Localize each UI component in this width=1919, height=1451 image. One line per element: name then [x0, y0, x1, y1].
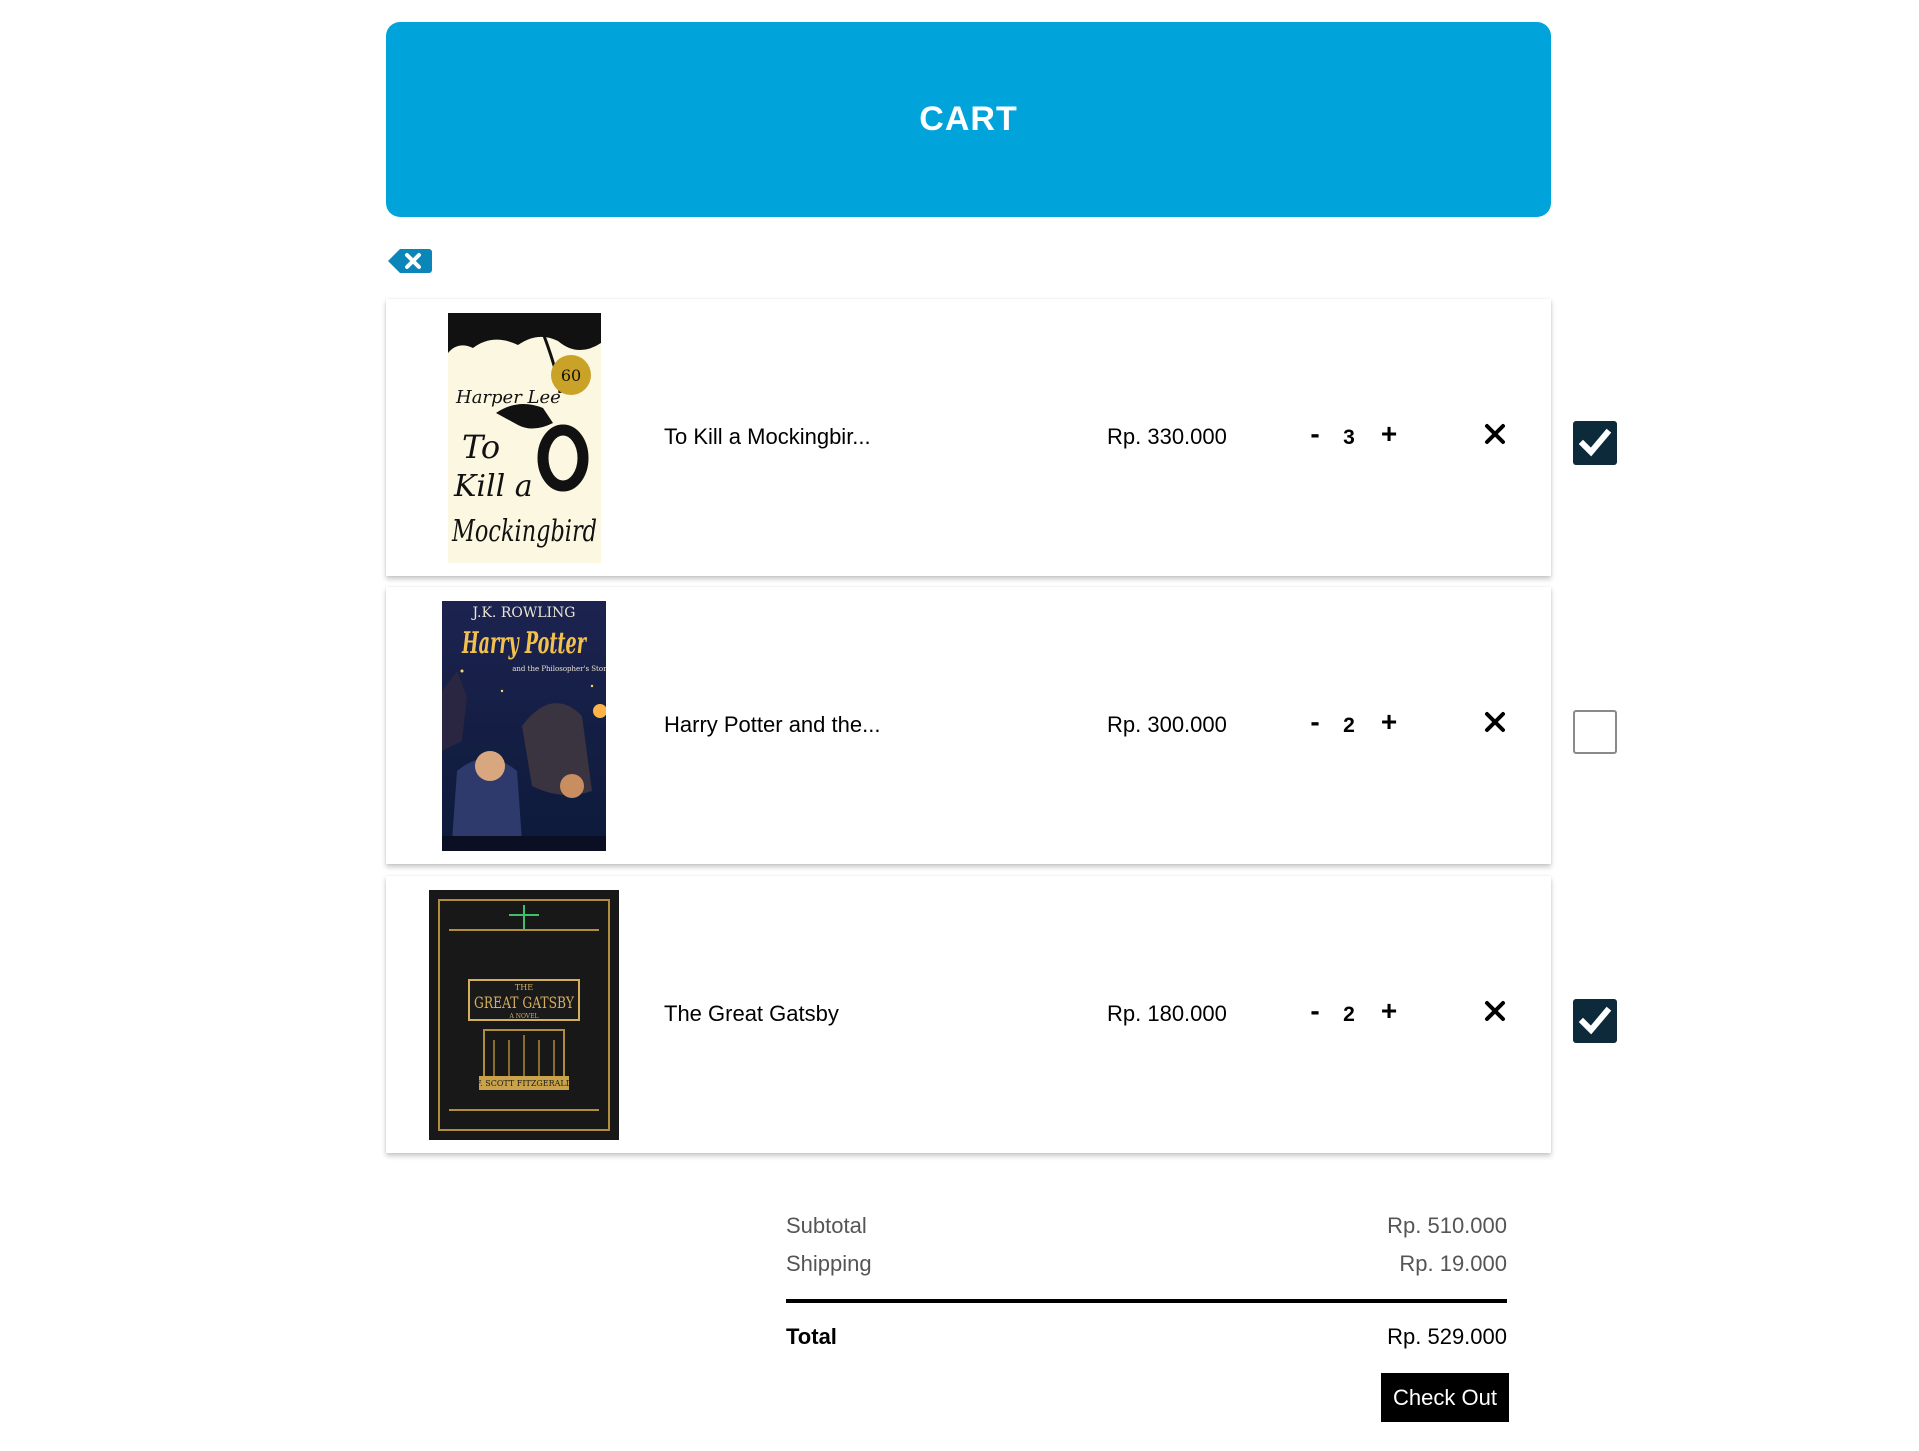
item-price: Rp. 300.000	[1107, 712, 1227, 737]
cover-author: J.K. ROWLING	[470, 605, 575, 621]
cover-sub-text: A NOVEL	[508, 1013, 538, 1020]
subtotal-label: Subtotal	[786, 1213, 867, 1238]
checkmark-icon	[1578, 428, 1612, 457]
cart-header: CART	[386, 22, 1551, 217]
remove-item-button[interactable]	[1479, 995, 1511, 1027]
item-select-checkbox[interactable]	[1573, 710, 1617, 754]
qty-value: 2	[1343, 714, 1355, 737]
page-title: CART	[919, 100, 1018, 138]
remove-item-button[interactable]	[1479, 418, 1511, 450]
subtotal-value: Rp. 510.000	[1387, 1213, 1507, 1238]
qty-decrement-button[interactable]: -	[1303, 706, 1327, 738]
cover-title: GREAT GATSBY	[474, 993, 574, 1012]
cover-title-line-1: To	[462, 428, 500, 466]
cover-subtitle: and the Philosopher's Stone	[512, 665, 606, 673]
close-icon	[1485, 424, 1505, 444]
remove-item-button[interactable]	[1479, 706, 1511, 738]
qty-value: 3	[1343, 426, 1355, 449]
summary-divider	[786, 1299, 1507, 1303]
checkout-button[interactable]: Check Out	[1381, 1373, 1509, 1422]
cover-title-line-3: Mockingbird	[451, 514, 597, 549]
item-select-checkbox[interactable]	[1573, 421, 1617, 465]
book-cover-image: J.K. ROWLING Harry Potter and the Philos…	[442, 601, 606, 851]
item-price: Rp. 330.000	[1107, 424, 1227, 449]
book-cover-image: THE GREAT GATSBY A NOVEL F. SCOTT FITZGE…	[429, 890, 619, 1140]
qty-decrement-button[interactable]: -	[1303, 995, 1327, 1027]
backspace-x-icon	[388, 249, 432, 273]
total-value: Rp. 529.000	[1387, 1324, 1507, 1349]
item-price: Rp. 180.000	[1107, 1001, 1227, 1026]
qty-value: 2	[1343, 1003, 1355, 1026]
item-title: Harry Potter and the...	[664, 712, 881, 737]
qty-increment-button[interactable]: +	[1377, 995, 1401, 1027]
cart-item: J.K. ROWLING Harry Potter and the Philos…	[386, 587, 1551, 864]
cover-author: F. SCOTT FITZGERALD	[476, 1079, 572, 1088]
cover-top-text: THE	[515, 983, 533, 992]
cover-title: Harry Potter	[461, 626, 587, 661]
clear-cart-button[interactable]	[386, 247, 433, 275]
checkmark-icon	[1578, 1006, 1612, 1035]
qty-decrement-button[interactable]: -	[1303, 418, 1327, 450]
cart-item: Harper Lee 60 To Kill a Mockingbird To K…	[386, 299, 1551, 576]
book-cover-image: Harper Lee 60 To Kill a Mockingbird	[448, 313, 601, 563]
shipping-value: Rp. 19.000	[1399, 1251, 1507, 1276]
cover-badge: 60	[561, 366, 581, 385]
close-icon	[1485, 1001, 1505, 1021]
shipping-label: Shipping	[786, 1251, 872, 1276]
item-select-checkbox[interactable]	[1573, 999, 1617, 1043]
cover-title-line-2: Kill a	[453, 469, 533, 504]
total-label: Total	[786, 1324, 837, 1349]
qty-increment-button[interactable]: +	[1377, 706, 1401, 738]
item-title: To Kill a Mockingbir...	[664, 424, 871, 449]
cart-item: THE GREAT GATSBY A NOVEL F. SCOTT FITZGE…	[386, 876, 1551, 1153]
cover-author: Harper Lee	[455, 387, 561, 408]
item-title: The Great Gatsby	[664, 1001, 839, 1026]
qty-increment-button[interactable]: +	[1377, 418, 1401, 450]
close-icon	[1485, 712, 1505, 732]
